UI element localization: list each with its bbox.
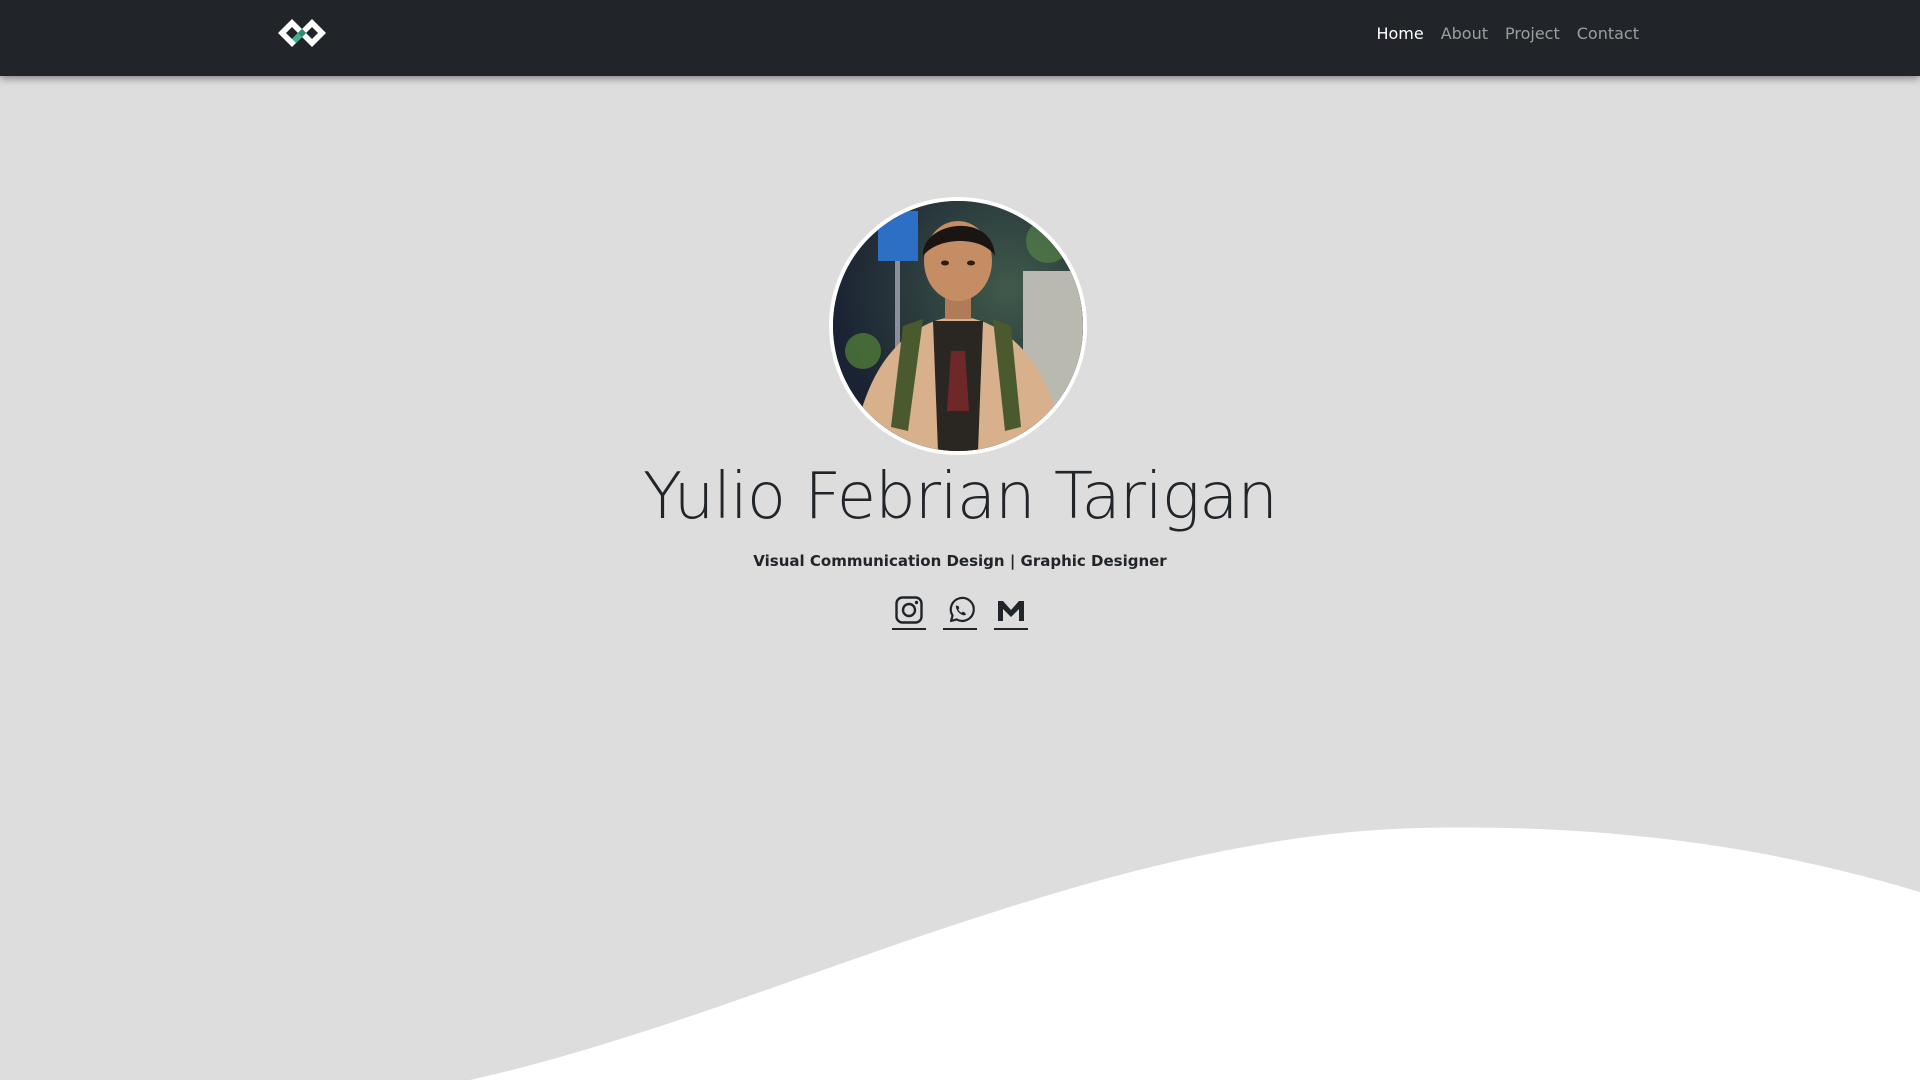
profile-photo [829, 197, 1087, 455]
nav-link-home[interactable]: Home [1376, 24, 1423, 43]
hero-name: Yulio Febrian Tarigan [643, 460, 1278, 534]
instagram-link[interactable] [892, 594, 926, 630]
hero-section: Yulio Febrian Tarigan Visual Communicati… [0, 76, 1920, 1080]
nav-link-project[interactable]: Project [1505, 24, 1560, 43]
nav-link-contact[interactable]: Contact [1577, 24, 1639, 43]
whatsapp-link[interactable] [943, 594, 977, 630]
social-links [0, 594, 1920, 630]
nav-links: Home About Project Contact [1376, 0, 1639, 66]
nav-link-about[interactable]: About [1441, 24, 1488, 43]
navbar: Home About Project Contact [0, 0, 1920, 76]
brand-logo[interactable] [272, 9, 332, 57]
monogram-logo-icon [278, 19, 326, 47]
gmail-link[interactable] [994, 594, 1028, 630]
whatsapp-icon [949, 596, 975, 623]
gmail-icon [998, 601, 1024, 621]
hero-subtitle: Visual Communication Design | Graphic De… [753, 552, 1167, 570]
instagram-icon [895, 596, 923, 624]
profile-photo-icon [833, 201, 1083, 451]
